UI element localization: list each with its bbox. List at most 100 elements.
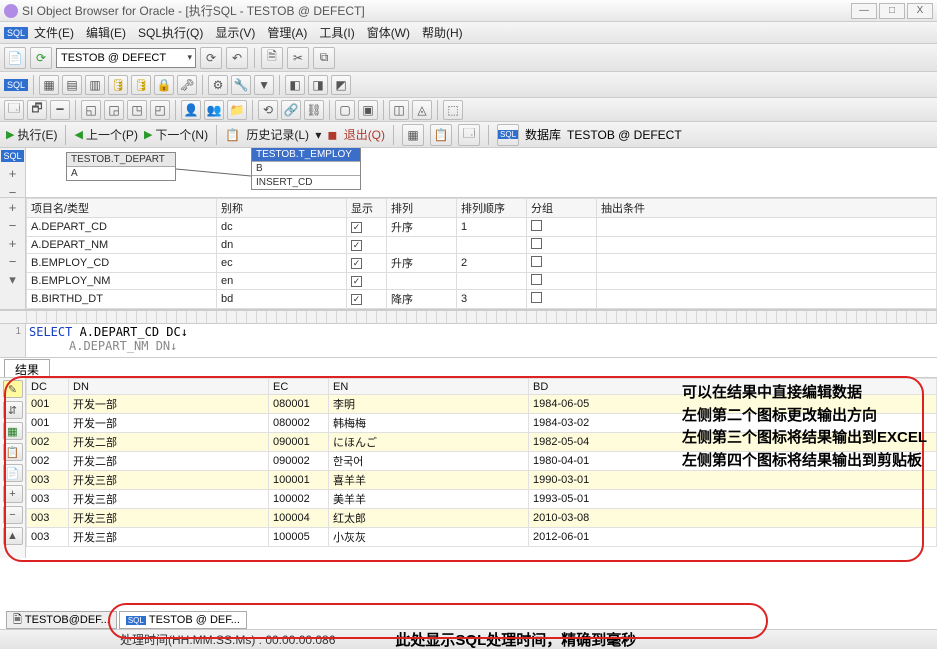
history-button[interactable]: 📋 历史记录(L) ▾ xyxy=(225,126,321,143)
cut-icon[interactable]: ✂ xyxy=(287,47,309,69)
misc6-icon[interactable]: ◳ xyxy=(127,100,147,120)
doc-icon[interactable]: 🗎 xyxy=(261,47,283,69)
db-icon[interactable]: 🛢 xyxy=(108,75,128,95)
misc12-icon[interactable]: ⬚ xyxy=(443,100,463,120)
sql-editor[interactable]: 1 SELECT A.DEPART_CD DC↓ A.DEPART_NM DN↓ xyxy=(0,324,937,358)
tab-results[interactable]: 结果 xyxy=(4,359,50,377)
collapse-icon[interactable]: ▲ xyxy=(3,527,23,545)
table-box-depart[interactable]: TESTOB.T_DEPART A xyxy=(66,152,176,181)
copy-icon[interactable]: ⧉ xyxy=(313,47,335,69)
tool7-icon[interactable]: ◩ xyxy=(331,75,351,95)
table-icon[interactable]: ▦ xyxy=(39,75,59,95)
connection-combo[interactable]: TESTOB @ DEFECT xyxy=(56,48,196,68)
minus-icon[interactable]: − xyxy=(9,254,17,269)
lock-icon[interactable]: 🔒 xyxy=(154,75,174,95)
new-doc-icon[interactable]: 📄 xyxy=(4,47,26,69)
tool5-icon[interactable]: ◧ xyxy=(285,75,305,95)
misc5-icon[interactable]: ◲ xyxy=(104,100,124,120)
refresh-green-icon[interactable]: ⟳ xyxy=(30,47,52,69)
user-icon[interactable]: 👤 xyxy=(181,100,201,120)
menu-file[interactable]: 文件(E) xyxy=(34,24,74,41)
minus-icon[interactable]: − xyxy=(3,506,23,524)
export-excel-icon[interactable]: ▦ xyxy=(3,422,23,440)
prev-button[interactable]: ◀上一个(P) xyxy=(74,126,137,143)
misc11-icon[interactable]: ◬ xyxy=(412,100,432,120)
minus-icon[interactable]: − xyxy=(9,218,17,233)
menu-window[interactable]: 窗体(W) xyxy=(367,24,410,41)
folder-icon[interactable]: 📁 xyxy=(227,100,247,120)
chain-icon[interactable]: ⛓ xyxy=(304,100,324,120)
edit-mode-icon[interactable]: ✎ xyxy=(3,380,23,398)
table-row[interactable]: 003开发三部100004红太郎2010-03-08 xyxy=(27,509,937,528)
col-header[interactable]: 分组 xyxy=(527,199,597,218)
table-row[interactable]: 002开发二部090002한국어1980-04-01 xyxy=(27,452,937,471)
exec-icon2[interactable]: 📋 xyxy=(430,124,452,146)
view-icon[interactable]: ▤ xyxy=(62,75,82,95)
table-box-employ[interactable]: TESTOB.T_EMPLOY B INSERT_CD xyxy=(251,148,361,190)
table-diagram[interactable]: TESTOB.T_DEPART A TESTOB.T_EMPLOY B INSE… xyxy=(26,148,937,197)
link-icon[interactable]: 🔗 xyxy=(281,100,301,120)
maximize-button[interactable]: □ xyxy=(879,3,905,19)
run-button[interactable]: ▶执行(E) xyxy=(6,126,57,143)
table-row[interactable]: 003开发三部100002美羊羊1993-05-01 xyxy=(27,490,937,509)
misc1-icon[interactable]: 🗔 xyxy=(4,100,24,120)
misc10-icon[interactable]: ◫ xyxy=(389,100,409,120)
bottom-tab[interactable]: 🗎 TESTOB@DEF... xyxy=(6,611,117,629)
menu-tool[interactable]: 工具(I) xyxy=(319,24,354,41)
refresh-icon[interactable]: ⟳ xyxy=(200,47,222,69)
filter-icon[interactable]: ▼ xyxy=(254,75,274,95)
gear-icon[interactable]: ⚙ xyxy=(208,75,228,95)
menu-sqlexec[interactable]: SQL执行(Q) xyxy=(138,24,203,41)
undo-icon[interactable]: ↶ xyxy=(226,47,248,69)
plus-icon[interactable]: + xyxy=(9,166,17,181)
table-row[interactable]: B.EMPLOY_CDec✓升序2 xyxy=(27,254,937,273)
db-combo[interactable]: TESTOB @ DEFECT xyxy=(567,128,787,142)
exec-dbicon[interactable]: SQL xyxy=(497,124,519,146)
menu-edit[interactable]: 编辑(E) xyxy=(86,24,126,41)
exec-icon1[interactable]: ▦ xyxy=(402,124,424,146)
col-header[interactable]: 排列顺序 xyxy=(457,199,527,218)
misc9-icon[interactable]: ▣ xyxy=(358,100,378,120)
clipboard-icon[interactable]: 📋 xyxy=(3,443,23,461)
col-header[interactable]: 排列 xyxy=(387,199,457,218)
table-row[interactable]: 001开发一部080002韩梅梅1984-03-02 xyxy=(27,414,937,433)
replay-icon[interactable]: ⟲ xyxy=(258,100,278,120)
col-header[interactable]: BD xyxy=(529,379,937,395)
col-header[interactable]: 别称 xyxy=(217,199,347,218)
menu-help[interactable]: 帮助(H) xyxy=(422,24,463,41)
exec-icon3[interactable]: 🗔 xyxy=(458,124,480,146)
wrench-icon[interactable]: 🔧 xyxy=(231,75,251,95)
direction-icon[interactable]: ⇵ xyxy=(3,401,23,419)
table-row[interactable]: B.EMPLOY_NMen✓ xyxy=(27,273,937,290)
col-header[interactable]: 项目名/类型 xyxy=(27,199,217,218)
misc4-icon[interactable]: ◱ xyxy=(81,100,101,120)
misc7-icon[interactable]: ◰ xyxy=(150,100,170,120)
column-config-grid[interactable]: 项目名/类型 别称 显示 排列 排列顺序 分组 抽出条件 A.DEPART_CD… xyxy=(26,198,937,309)
plus-icon[interactable]: + xyxy=(9,200,17,215)
col-header[interactable]: EC xyxy=(269,379,329,395)
exit-button[interactable]: ◼ 退出(Q) xyxy=(327,126,385,143)
next-button[interactable]: ▶下一个(N) xyxy=(144,126,208,143)
col-header[interactable]: DN xyxy=(69,379,269,395)
db2-icon[interactable]: 🛢 xyxy=(131,75,151,95)
bottom-tab[interactable]: SQLTESTOB @ DEF... xyxy=(119,611,247,629)
col-header[interactable]: DC xyxy=(27,379,69,395)
table-row[interactable]: 001开发一部080001李明1984-06-05 xyxy=(27,395,937,414)
misc2-icon[interactable]: 🗗 xyxy=(27,100,47,120)
plus-icon[interactable]: + xyxy=(3,485,23,503)
misc8-icon[interactable]: ▢ xyxy=(335,100,355,120)
menu-manage[interactable]: 管理(A) xyxy=(267,24,307,41)
table-row[interactable]: B.BIRTHD_DTbd✓降序3 xyxy=(27,290,937,309)
key-icon[interactable]: 🗝 xyxy=(177,75,197,95)
table-row[interactable]: A.DEPART_NMdn✓ xyxy=(27,237,937,254)
col-header[interactable]: 显示 xyxy=(347,199,387,218)
plus-icon[interactable]: + xyxy=(9,236,17,251)
clipboard2-icon[interactable]: 📄 xyxy=(3,464,23,482)
users-icon[interactable]: 👥 xyxy=(204,100,224,120)
table-row[interactable]: 003开发三部100001喜羊羊1990-03-01 xyxy=(27,471,937,490)
misc3-icon[interactable]: 🗕 xyxy=(50,100,70,120)
col-header[interactable]: 抽出条件 xyxy=(597,199,937,218)
grid-icon[interactable]: ▥ xyxy=(85,75,105,95)
results-grid[interactable]: DC DN EC EN BD 001开发一部080001李明1984-06-05… xyxy=(26,378,937,558)
dropdown-icon[interactable]: ▾ xyxy=(9,272,16,288)
